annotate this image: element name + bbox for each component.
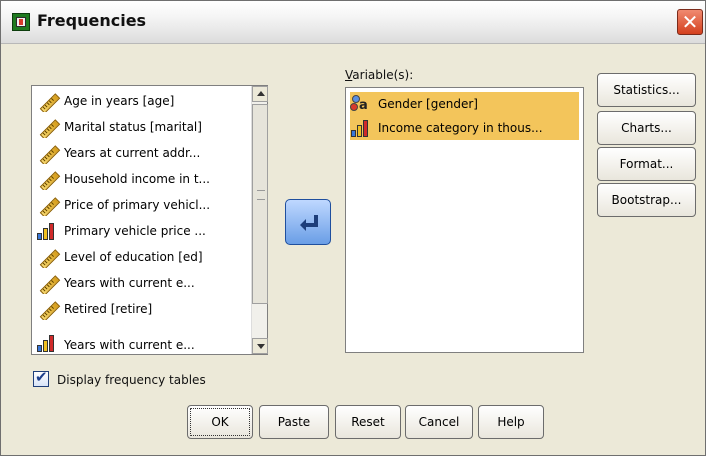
paste-button-label: Paste: [277, 415, 311, 429]
source-item-label: Price of primary vehicl...: [64, 198, 211, 212]
variables-list[interactable]: a Gender [gender] Income category in tho…: [345, 87, 584, 353]
arrow-right-icon: [300, 215, 318, 231]
source-item-label: Years with current e...: [64, 338, 195, 352]
ordinal-icon: [36, 334, 58, 352]
source-item-years-employer-category[interactable]: Years with current e...: [36, 324, 249, 352]
ordinal-icon: [36, 222, 58, 240]
source-item-label: Age in years [age]: [64, 94, 175, 108]
source-item-label: Marital status [marital]: [64, 120, 202, 134]
ok-button[interactable]: OK: [187, 405, 253, 439]
variable-item-label: Gender [gender]: [378, 97, 478, 111]
close-button[interactable]: ✕: [677, 9, 703, 35]
grip-icon: [257, 190, 265, 200]
source-item-label: Years with current e...: [64, 276, 195, 290]
scale-icon: [36, 92, 61, 112]
source-list-scrollbar[interactable]: [251, 86, 268, 354]
source-item-label: Primary vehicle price ...: [64, 224, 206, 238]
bootstrap-button-label: Bootstrap...: [611, 193, 682, 207]
source-item-marital[interactable]: Marital status [marital]: [36, 116, 249, 138]
reset-button[interactable]: Reset: [335, 405, 401, 439]
display-frequency-tables-label[interactable]: Display frequency tables: [57, 373, 206, 387]
source-item-years-address[interactable]: Years at current addr...: [36, 142, 249, 164]
reset-button-label: Reset: [351, 415, 385, 429]
window-title: Frequencies: [37, 11, 147, 30]
source-item-label: Years at current addr...: [64, 146, 201, 160]
scale-icon: [36, 300, 61, 320]
help-button[interactable]: Help: [478, 405, 544, 439]
scroll-thumb[interactable]: [252, 104, 268, 304]
paste-button[interactable]: Paste: [259, 405, 329, 439]
source-item-retired[interactable]: Retired [retire]: [36, 298, 249, 320]
format-button-label: Format...: [619, 157, 674, 171]
source-item-education[interactable]: Level of education [ed]: [36, 246, 249, 268]
source-item-label: Level of education [ed]: [64, 250, 203, 264]
source-item-label: Household income in t...: [64, 172, 210, 186]
variable-item-gender[interactable]: a Gender [gender]: [350, 92, 579, 116]
source-item-age[interactable]: Age in years [age]: [36, 90, 249, 112]
variable-item-label: Income category in thous...: [378, 121, 543, 135]
variables-label: Variable(s):: [345, 68, 414, 82]
scale-icon: [36, 248, 61, 268]
source-item-vehicle-price-category[interactable]: Primary vehicle price ...: [36, 220, 249, 242]
variable-item-income-category[interactable]: Income category in thous...: [350, 116, 579, 140]
ok-button-label: OK: [211, 415, 229, 429]
source-item-vehicle-price[interactable]: Price of primary vehicl...: [36, 194, 249, 216]
scale-icon: [36, 274, 61, 294]
scroll-up-arrow-icon[interactable]: [252, 86, 268, 102]
format-button[interactable]: Format...: [597, 147, 696, 181]
cancel-button[interactable]: Cancel: [405, 405, 473, 439]
frequencies-dialog: Frequencies ✕ Age in years [age] Marital…: [0, 0, 706, 456]
bootstrap-button[interactable]: Bootstrap...: [597, 183, 696, 217]
scale-icon: [36, 144, 61, 164]
source-item-household-income[interactable]: Household income in t...: [36, 168, 249, 190]
display-frequency-tables-checkbox[interactable]: [33, 368, 49, 387]
cancel-button-label: Cancel: [418, 415, 460, 429]
frequencies-app-icon: [12, 13, 30, 31]
statistics-button-label: Statistics...: [613, 83, 680, 97]
title-bar[interactable]: Frequencies ✕: [1, 1, 705, 44]
scroll-down-arrow-icon[interactable]: [252, 338, 268, 354]
variables-label-rest: ariable(s):: [352, 68, 414, 82]
scale-icon: [36, 196, 61, 216]
scale-icon: [36, 170, 61, 190]
scale-icon: [36, 118, 61, 138]
close-icon: ✕: [681, 10, 699, 34]
charts-button[interactable]: Charts...: [597, 111, 696, 145]
source-item-label: Retired [retire]: [64, 302, 153, 316]
help-button-label: Help: [497, 415, 525, 429]
move-variables-button[interactable]: [285, 199, 331, 245]
source-item-years-employer[interactable]: Years with current e...: [36, 272, 249, 294]
statistics-button[interactable]: Statistics...: [597, 73, 696, 107]
source-variable-list[interactable]: Age in years [age] Marital status [marit…: [31, 85, 268, 355]
charts-button-label: Charts...: [621, 121, 672, 135]
ordinal-icon: [350, 119, 372, 137]
nominal-icon: a: [350, 95, 372, 113]
